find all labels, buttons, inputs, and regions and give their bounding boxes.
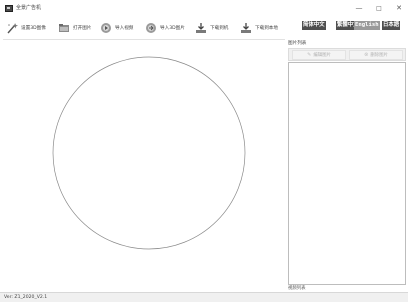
- open-image-button[interactable]: 打开图片: [58, 20, 91, 36]
- image-list-header: 图片列表: [288, 41, 307, 46]
- minimize-button[interactable]: —: [352, 3, 366, 14]
- app-logo-icon: [5, 5, 13, 12]
- delete-icon: ⊗: [364, 52, 369, 58]
- download-to-device-button[interactable]: 下载到机: [195, 20, 228, 36]
- download-local-icon: [241, 23, 251, 33]
- import-video-button[interactable]: 导入视频: [100, 20, 133, 36]
- delete-image-label: 删除图片: [370, 53, 388, 58]
- close-button[interactable]: ✕: [392, 3, 406, 14]
- video-list-header: 视频列表: [288, 286, 306, 291]
- preview-circle-graphic: [52, 56, 246, 250]
- edit-image-button[interactable]: ✎ 编辑图片: [292, 50, 346, 60]
- preview-circle: [52, 56, 246, 250]
- status-bar: Ver: Z1_2020_V2.1: [0, 292, 408, 302]
- import-video-label: 导入视频: [115, 26, 134, 31]
- import-3d-image-icon: [146, 23, 156, 33]
- image-list-actions: ✎ 编辑图片 ⊗ 删除图片: [288, 48, 406, 61]
- version-text: Ver: Z1_2020_V2.1: [4, 295, 48, 300]
- title-bar: 全景广告机 — □ ✕: [0, 0, 408, 17]
- import-3d-image-button[interactable]: 导入3D图片: [145, 20, 185, 36]
- lang-japanese-button[interactable]: 日本語: [382, 21, 401, 30]
- folder-open-icon: [59, 24, 69, 32]
- import-3d-image-label: 导入3D图片: [160, 26, 185, 31]
- download-to-device-label: 下载到机: [210, 26, 229, 31]
- image-list-panel: 图片列表 ✎ 编辑图片 ⊗ 删除图片 视频列表: [286, 39, 408, 292]
- set-3d-image-button[interactable]: 设置3D图像: [6, 20, 46, 36]
- wand-icon: [7, 23, 18, 34]
- download-device-icon: [196, 23, 206, 33]
- edit-image-label: 编辑图片: [313, 53, 331, 58]
- edit-pencil-icon: ✎: [307, 52, 312, 58]
- image-list[interactable]: [288, 62, 406, 285]
- lang-english-button[interactable]: English: [354, 21, 380, 30]
- window-title: 全景广告机: [16, 5, 42, 11]
- open-image-label: 打开图片: [73, 26, 92, 31]
- maximize-button[interactable]: □: [372, 3, 386, 14]
- lang-simplified-chinese-button[interactable]: 简体中文: [302, 21, 326, 30]
- import-video-icon: [101, 23, 111, 33]
- delete-image-button[interactable]: ⊗ 删除图片: [349, 50, 403, 60]
- set-3d-image-label: 设置3D图像: [21, 26, 46, 31]
- preview-canvas[interactable]: [3, 39, 285, 292]
- download-to-local-label: 下载到本地: [255, 26, 278, 31]
- download-to-local-button[interactable]: 下载到本地: [240, 20, 278, 36]
